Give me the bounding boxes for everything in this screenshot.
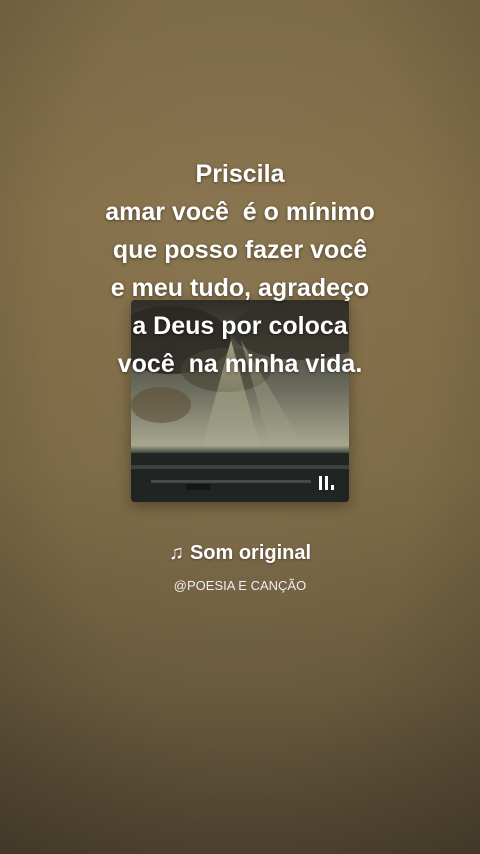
lyric-line: Priscila [195, 160, 285, 188]
lyric-line: você na minha vida. [117, 350, 363, 378]
sound-author[interactable]: @POESIA E CANÇÃO [0, 578, 480, 594]
sound-title-text: Som original [189, 542, 312, 564]
sound-title[interactable]: ♫ Som original [0, 540, 480, 566]
equalizer-bars-icon [318, 474, 338, 492]
lyric-line: amar você é o mínimo [105, 198, 375, 226]
lyrics-overlay: Priscila amar você é o mínimo que posso … [60, 155, 420, 383]
lyric-line: e meu tudo, agradeço [110, 274, 370, 302]
lyric-line: a Deus por coloca [132, 312, 348, 340]
lyric-line: que posso fazer você [112, 236, 368, 264]
music-note-icon: ♫ [168, 542, 184, 564]
